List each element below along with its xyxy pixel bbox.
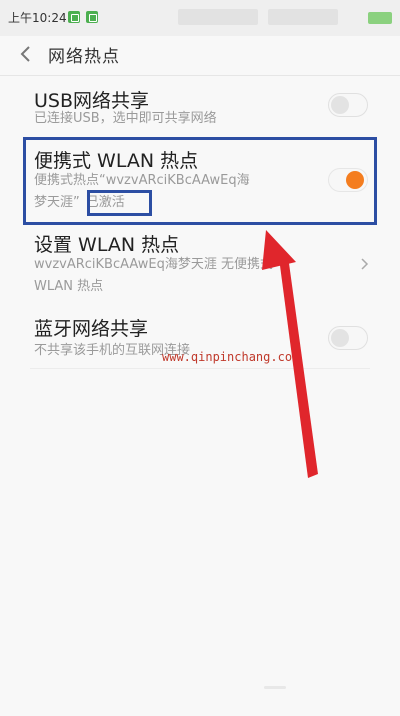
item-subtitle: 梦天涯” 已激活	[34, 192, 125, 214]
bluetooth-tethering-toggle[interactable]	[328, 326, 368, 350]
item-subtitle: 便携式热点“wvzvARciKBcAAwEq海	[34, 173, 250, 188]
status-icons-blurred	[178, 9, 258, 25]
list-item-portable-hotspot[interactable]: 便携式 WLAN 热点 便携式热点“wvzvARciKBcAAwEq海 梦天涯”…	[0, 140, 400, 224]
list-item-setup-hotspot[interactable]: 设置 WLAN 热点 wvzvARciKBcAAwEq海梦天涯 无便携式 WLA…	[0, 226, 400, 300]
list-item-usb-tethering[interactable]: USB网络共享 已连接USB，选中即可共享网络	[0, 76, 400, 136]
hotspot-status: 已激活	[85, 195, 125, 210]
bottom-handle	[264, 686, 286, 689]
usb-tethering-toggle[interactable]	[328, 93, 368, 117]
toggle-knob	[346, 171, 364, 189]
list-divider	[30, 368, 370, 369]
item-subtitle: wvzvARciKBcAAwEq海梦天涯 无便携式	[34, 257, 273, 272]
hotspot-name-end: 梦天涯”	[34, 195, 80, 210]
toggle-knob	[331, 329, 349, 347]
item-title: 蓝牙网络共享	[34, 318, 149, 340]
notification-icon	[86, 11, 98, 23]
page-title: 网络热点	[48, 47, 120, 67]
toggle-knob	[331, 96, 349, 114]
status-bar: 上午10:24	[0, 0, 400, 36]
status-time: 上午10:24	[8, 11, 67, 25]
watermark: www.qinpinchang.com	[162, 350, 300, 364]
battery-icon	[368, 12, 392, 24]
item-title: 设置 WLAN 热点	[34, 234, 180, 256]
item-subtitle: WLAN 热点	[34, 279, 104, 294]
chevron-right-icon	[361, 258, 369, 270]
status-icons-blurred	[268, 9, 338, 25]
back-arrow-icon[interactable]	[14, 42, 38, 66]
item-title: 便携式 WLAN 热点	[34, 150, 199, 172]
hotspot-settings-screen: 上午10:24 网络热点 USB网络共享 已连接USB，选中即可共享网络 便携式…	[0, 0, 400, 716]
portable-hotspot-toggle[interactable]	[328, 168, 368, 192]
header: 网络热点	[0, 36, 400, 76]
notification-icon	[68, 11, 80, 23]
item-subtitle: 已连接USB，选中即可共享网络	[34, 111, 217, 126]
